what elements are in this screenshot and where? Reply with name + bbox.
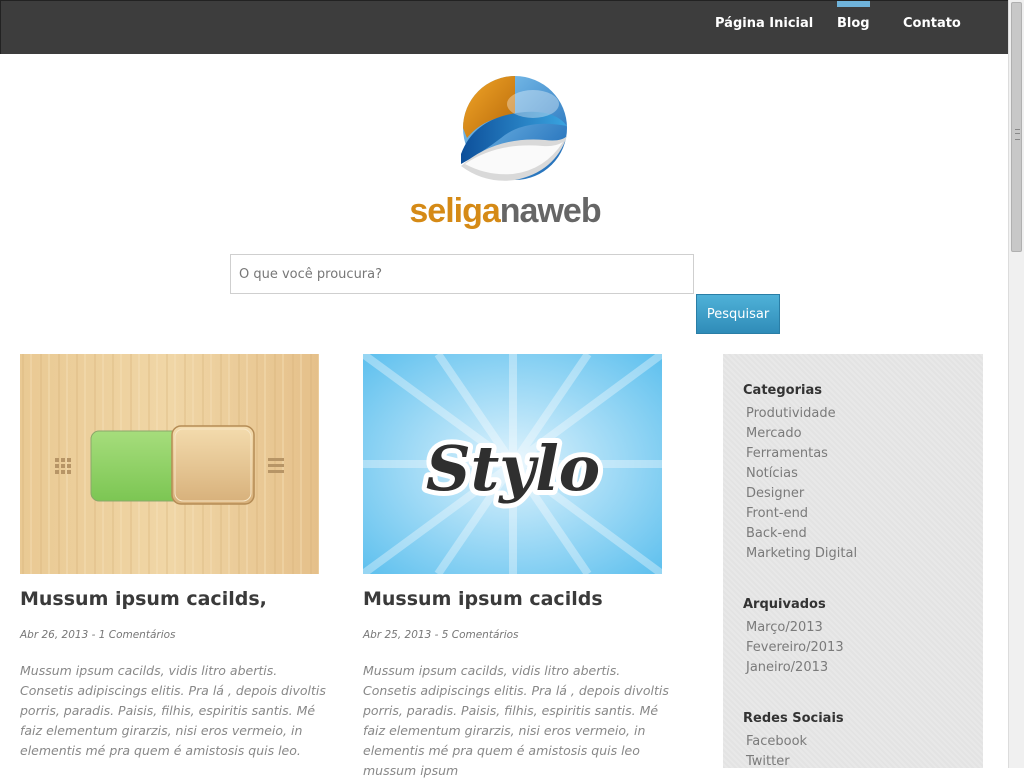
social-link-facebook[interactable]: Facebook — [746, 732, 973, 752]
post-title[interactable]: Mussum ipsum cacilds, — [20, 588, 340, 610]
categories-widget: Categorias Produtividade Mercado Ferrame… — [743, 382, 973, 564]
social-widget: Redes Sociais Facebook Twitter — [743, 710, 973, 768]
page-scrollbar[interactable] — [1008, 0, 1024, 768]
site-logo[interactable]: seliganaweb — [405, 76, 605, 236]
post-meta: Abr 25, 2013 - 5 Comentários — [363, 629, 519, 641]
search-input[interactable] — [230, 254, 694, 294]
widget-title: Categorias — [743, 383, 822, 398]
nav-item-contact[interactable]: Contato — [903, 1, 961, 55]
widget-title: Redes Sociais — [743, 711, 844, 726]
post-thumbnail-toggle-switch[interactable] — [20, 354, 319, 574]
main-nav: Página Inicial Blog Contato — [1, 1, 1009, 55]
post-excerpt: Mussum ipsum cacilds, vidis litro aberti… — [20, 663, 326, 758]
scrollbar-thumb[interactable] — [1011, 2, 1022, 252]
social-list: Facebook Twitter — [743, 732, 973, 768]
scrollbar-grip-icon — [1015, 129, 1020, 140]
stylo-wordmark: Stylo — [426, 432, 600, 505]
social-link-twitter[interactable]: Twitter — [746, 752, 973, 768]
category-link[interactable]: Notícias — [746, 464, 973, 484]
wood-toggle-image-icon — [20, 354, 319, 574]
category-link[interactable]: Designer — [746, 484, 973, 504]
search-button[interactable]: Pesquisar — [696, 294, 780, 334]
post-excerpt: Mussum ipsum cacilds, vidis litro aberti… — [363, 663, 669, 778]
widget-title: Arquivados — [743, 597, 826, 612]
archive-link[interactable]: Março/2013 — [746, 618, 973, 638]
categories-list: Produtividade Mercado Ferramentas Notíci… — [743, 404, 973, 564]
archives-widget: Arquivados Março/2013 Fevereiro/2013 Jan… — [743, 596, 973, 678]
post-thumbnail-stylo[interactable]: Stylo — [363, 354, 662, 574]
post-title[interactable]: Mussum ipsum cacilds — [363, 588, 683, 610]
globe-logo-icon — [461, 76, 567, 181]
category-link[interactable]: Mercado — [746, 424, 973, 444]
category-link[interactable]: Ferramentas — [746, 444, 973, 464]
sidebar: Categorias Produtividade Mercado Ferrame… — [723, 354, 983, 768]
archives-list: Março/2013 Fevereiro/2013 Janeiro/2013 — [743, 618, 973, 678]
post-meta: Abr 26, 2013 - 1 Comentários — [20, 629, 176, 641]
stylo-logo-image-icon: Stylo — [363, 354, 662, 574]
category-link[interactable]: Front-end — [746, 504, 973, 524]
nav-item-home[interactable]: Página Inicial — [715, 1, 813, 55]
category-link[interactable]: Produtividade — [746, 404, 973, 424]
category-link[interactable]: Marketing Digital — [746, 544, 973, 564]
top-navbar: Página Inicial Blog Contato — [0, 0, 1008, 54]
archive-link[interactable]: Janeiro/2013 — [746, 658, 973, 678]
nav-item-blog[interactable]: Blog — [837, 1, 870, 55]
category-link[interactable]: Back-end — [746, 524, 973, 544]
logo-wordmark: seliganaweb — [409, 192, 601, 230]
archive-link[interactable]: Fevereiro/2013 — [746, 638, 973, 658]
